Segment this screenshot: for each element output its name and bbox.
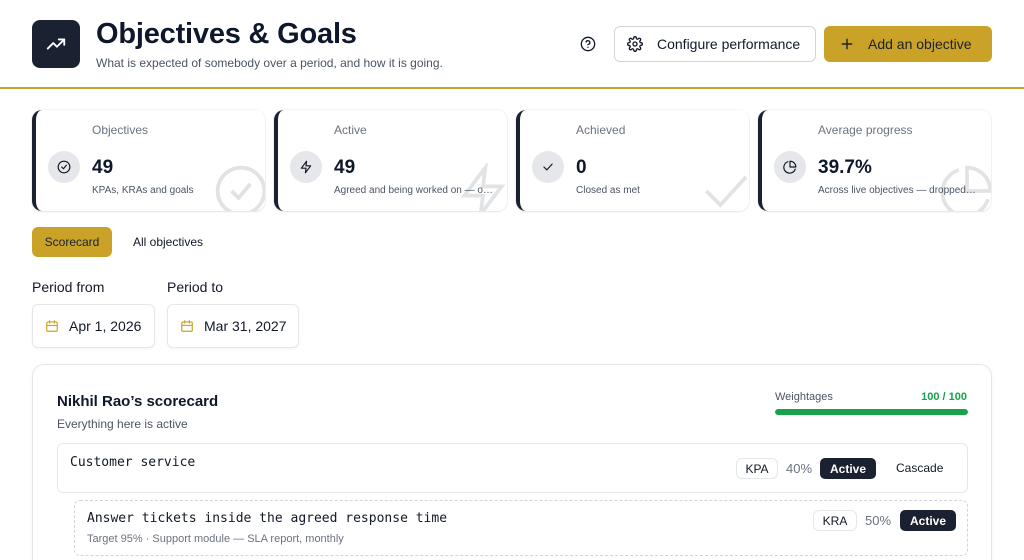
period-to-label: Period to [167,279,224,295]
calendar-icon [181,320,193,332]
kpa-status-badge: Active [820,458,876,479]
period-from-value: Apr 1, 2026 [69,318,142,334]
page-header: Objectives & Goals What is expected of s… [0,0,1024,89]
kra-type-pill: KRA [813,510,857,531]
plus-icon [841,38,853,50]
kra-row[interactable]: Answer tickets inside the agreed respons… [74,500,968,556]
stat-value: 49 [334,157,356,178]
gear-icon [627,36,643,52]
cascade-button[interactable]: Cascade [896,461,943,475]
page-subtitle: What is expected of somebody over a peri… [96,56,443,70]
kpa-name: Customer service [70,455,196,470]
stat-card-objectives: Objectives 49 KPAs, KRAs and goals [32,110,265,211]
stat-value: 49 [92,157,114,178]
calendar-icon [46,320,58,332]
trending-up-icon [46,38,66,50]
check-circle-icon [57,160,71,174]
stat-card-average-progress: Average progress 39.7% Across live objec… [758,110,991,211]
stat-label: Active [334,123,367,137]
stat-card-achieved: Achieved 0 Closed as met [516,110,749,211]
period-from-date-picker[interactable]: Apr 1, 2026 [32,304,155,348]
add-objective-label: Add an objective [868,36,972,52]
check-watermark-icon [705,175,748,208]
configure-performance-label: Configure performance [657,36,801,52]
kpa-weight: 40% [786,461,813,476]
bolt-icon [300,160,312,174]
tab-scorecard[interactable]: Scorecard [32,227,112,257]
page-title: Objectives & Goals [96,18,357,50]
configure-performance-button[interactable]: Configure performance [614,26,816,62]
stat-icon [774,151,806,183]
stat-icon [48,151,80,183]
weightages-progress-fill [775,409,968,415]
period-to-value: Mar 31, 2027 [204,318,287,334]
stat-label: Average progress [818,123,913,137]
stat-icon [290,151,322,183]
stat-icon [532,151,564,183]
kra-subtitle: Target 95% · Support module — SLA report… [87,533,344,545]
stat-value: 39.7% [818,157,872,178]
kra-weight: 50% [865,513,892,528]
kpa-row[interactable]: Customer service KPA 40% Active Cascade [57,443,968,493]
kra-status-badge: Active [900,510,956,531]
scorecard-panel: Nikhil Rao’s scorecard Everything here i… [32,364,992,560]
help-circle-icon [580,36,596,52]
stat-card-active: Active 49 Agreed and being worked on — o… [274,110,507,211]
weightages-value: 100 / 100 [921,391,967,403]
stat-value: 0 [576,157,587,178]
add-objective-button[interactable]: Add an objective [824,26,992,62]
weightages-progress-bar [775,409,968,415]
check-icon [543,163,553,171]
pie-chart-icon [783,160,797,174]
scorecard-subtitle: Everything here is active [57,417,188,431]
stat-label: Objectives [92,123,149,137]
trend-logo [32,20,80,68]
scorecard-title: Nikhil Rao’s scorecard [57,393,219,410]
tab-all-objectives[interactable]: All objectives [122,227,214,257]
kpa-type-pill: KPA [736,458,778,479]
stat-label: Achieved [576,123,626,137]
weightages-label: Weightages [775,391,833,403]
period-to-date-picker[interactable]: Mar 31, 2027 [167,304,299,348]
bolt-watermark-icon [460,163,506,211]
kra-name: Answer tickets inside the agreed respons… [87,511,448,526]
period-from-label: Period from [32,279,105,295]
help-button[interactable] [578,34,598,54]
pie-chart-watermark-icon [940,165,991,211]
check-circle-watermark-icon [215,165,265,211]
